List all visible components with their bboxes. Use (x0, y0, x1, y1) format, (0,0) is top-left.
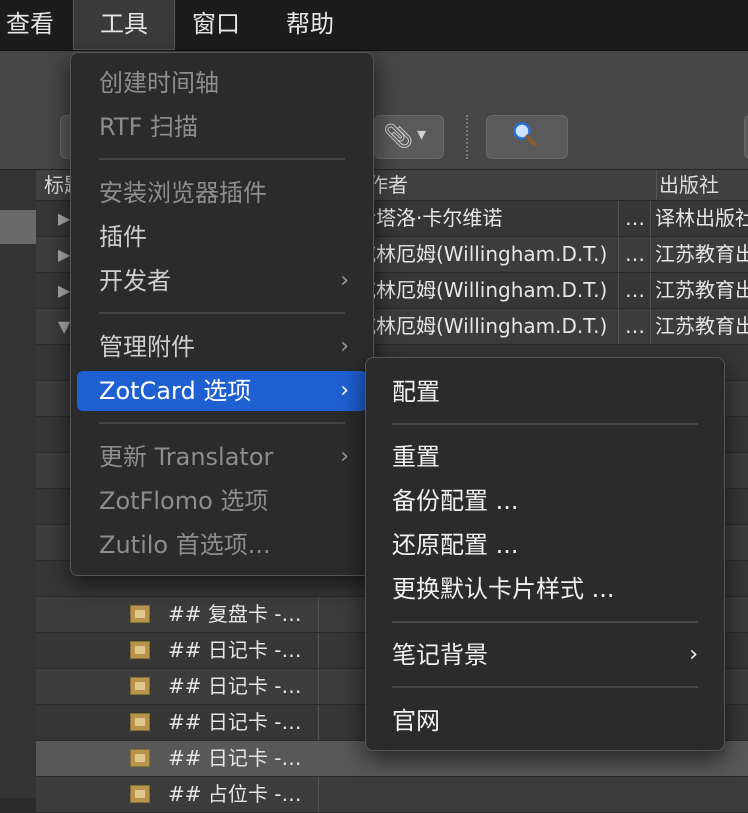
menu-item-label: 更新 Translator (99, 443, 274, 471)
menu-separator (392, 621, 698, 623)
cell-title: ## 日记卡 -… (168, 710, 302, 734)
cell-publisher: 江苏教育出版社 (650, 237, 748, 272)
cell-title: ## 日记卡 -… (168, 674, 302, 698)
cell-author: 威林厄姆(Willingham.D.T.) (356, 278, 608, 302)
note-icon (130, 749, 150, 767)
menu-item-backup-config[interactable]: 备份配置 ... (372, 481, 718, 521)
note-icon (130, 785, 150, 803)
menu-item-label: 重置 (392, 443, 440, 471)
collections-pane (0, 170, 37, 798)
menu-item-create-timeline[interactable]: 创建时间轴 (77, 63, 367, 103)
menu-item-label: 创建时间轴 (99, 69, 219, 97)
table-row[interactable]: ## 占位卡 -… (36, 777, 748, 813)
menu-item-label: 还原配置 ... (392, 531, 519, 559)
menu-item-label: Zutilo 首选项... (99, 531, 271, 559)
cell-ellipsis: … (618, 273, 651, 308)
menu-separator (99, 312, 345, 314)
menu-item-install-browser-plugin[interactable]: 安装浏览器插件 (77, 173, 367, 213)
menu-separator (392, 423, 698, 425)
menu-item-zotcard-options[interactable]: ZotCard 选项 › (77, 371, 367, 411)
menu-bar: 查看 工具 窗口 帮助 (0, 0, 748, 51)
menu-item-official-website[interactable]: 官网 (372, 701, 718, 741)
expand-twisty-icon[interactable]: ▶ (58, 201, 70, 236)
menu-item-zutilo-preferences[interactable]: Zutilo 首选项... (77, 525, 367, 565)
cell-title: ## 日记卡 -… (168, 638, 302, 662)
note-icon (130, 677, 150, 695)
menu-item-label: 配置 (392, 378, 440, 406)
attach-button[interactable]: 📎︎ ▾ (374, 115, 444, 159)
toolbar-separator (466, 115, 468, 159)
menu-item-label: ZotCard 选项 (99, 377, 252, 405)
zotcard-submenu: 配置 重置 备份配置 ... 还原配置 ... 更换默认卡片样式 ... 笔记背… (365, 357, 725, 751)
menu-view[interactable]: 查看 (0, 0, 68, 50)
cell-ellipsis: … (618, 201, 651, 236)
menu-item-label: 插件 (99, 223, 147, 251)
chevron-right-icon: › (689, 642, 698, 667)
column-divider (318, 777, 319, 812)
expand-twisty-icon[interactable]: ▶ (58, 273, 70, 308)
menu-item-config[interactable]: 配置 (372, 372, 718, 412)
menu-window[interactable]: 窗口 (178, 0, 254, 50)
cell-publisher: 江苏教育出版社 (650, 309, 748, 344)
cell-title: ## 复盘卡 -… (168, 602, 302, 626)
menu-item-label: 更换默认卡片样式 ... (392, 575, 615, 603)
column-divider (318, 633, 319, 668)
expand-twisty-icon[interactable]: ▶ (58, 237, 70, 272)
menu-item-rtf-scan[interactable]: RTF 扫描 (77, 107, 367, 147)
column-header-author[interactable]: 作者 (368, 170, 408, 200)
menu-item-note-background[interactable]: 笔记背景 › (372, 635, 718, 675)
collapse-twisty-icon[interactable]: ▼ (58, 309, 70, 344)
menu-item-change-default-card-style[interactable]: 更换默认卡片样式 ... (372, 569, 718, 609)
menu-separator (99, 422, 345, 424)
menu-item-label: 备份配置 ... (392, 487, 519, 515)
menu-item-restore-config[interactable]: 还原配置 ... (372, 525, 718, 565)
cell-title: ## 日记卡 -… (168, 746, 302, 770)
menu-item-label: 笔记背景 (392, 641, 488, 669)
cell-publisher: 江苏教育出版社 (650, 273, 748, 308)
selected-collection[interactable] (0, 210, 36, 244)
menu-item-label: RTF 扫描 (99, 113, 199, 141)
menu-item-label: 安装浏览器插件 (99, 179, 267, 207)
column-divider (318, 597, 319, 632)
column-header-publisher[interactable]: 出版社 (656, 170, 748, 200)
cell-author: 威林厄姆(Willingham.D.T.) (356, 242, 608, 266)
chevron-right-icon: › (340, 334, 349, 359)
column-divider (318, 669, 319, 704)
chevron-right-icon: › (340, 378, 349, 403)
menu-item-update-translator[interactable]: 更新 Translator › (77, 437, 367, 477)
cell-ellipsis: … (618, 309, 651, 344)
column-divider (318, 705, 319, 740)
menu-item-label: ZotFlomo 选项 (99, 487, 269, 515)
menu-item-developer[interactable]: 开发者 › (77, 261, 367, 301)
menu-item-label: 官网 (392, 707, 440, 735)
menu-separator (392, 686, 698, 688)
cell-author: 伊塔洛·卡尔维诺 (356, 206, 503, 230)
menu-help[interactable]: 帮助 (272, 0, 348, 50)
chevron-right-icon: › (340, 444, 349, 469)
menu-item-plugins[interactable]: 插件 (77, 217, 367, 257)
menu-item-zotflomo-options[interactable]: ZotFlomo 选项 (77, 481, 367, 521)
column-divider (318, 741, 319, 776)
search-button[interactable] (486, 115, 568, 159)
menu-item-label: 管理附件 (99, 333, 195, 361)
note-icon (130, 641, 150, 659)
cell-publisher: 译林出版社 (650, 201, 748, 236)
note-icon (130, 713, 150, 731)
cell-title: ## 占位卡 -… (168, 782, 302, 806)
toolbar-button[interactable] (744, 115, 748, 159)
menu-item-reset[interactable]: 重置 (372, 437, 718, 477)
search-icon (513, 122, 536, 146)
chevron-down-icon: ▾ (417, 124, 427, 145)
menu-item-manage-attachments[interactable]: 管理附件 › (77, 327, 367, 367)
tools-menu: 创建时间轴 RTF 扫描 安装浏览器插件 插件 开发者 › 管理附件 › ZotCa… (70, 52, 374, 576)
menu-separator (99, 158, 345, 160)
cell-author: 威林厄姆(Willingham.D.T.) (356, 314, 608, 338)
menu-item-label: 开发者 (99, 267, 171, 295)
menu-tools[interactable]: 工具 (73, 0, 175, 50)
cell-ellipsis: … (618, 237, 651, 272)
note-icon (130, 605, 150, 623)
paperclip-icon: 📎︎ (383, 122, 414, 150)
chevron-right-icon: › (340, 268, 349, 293)
